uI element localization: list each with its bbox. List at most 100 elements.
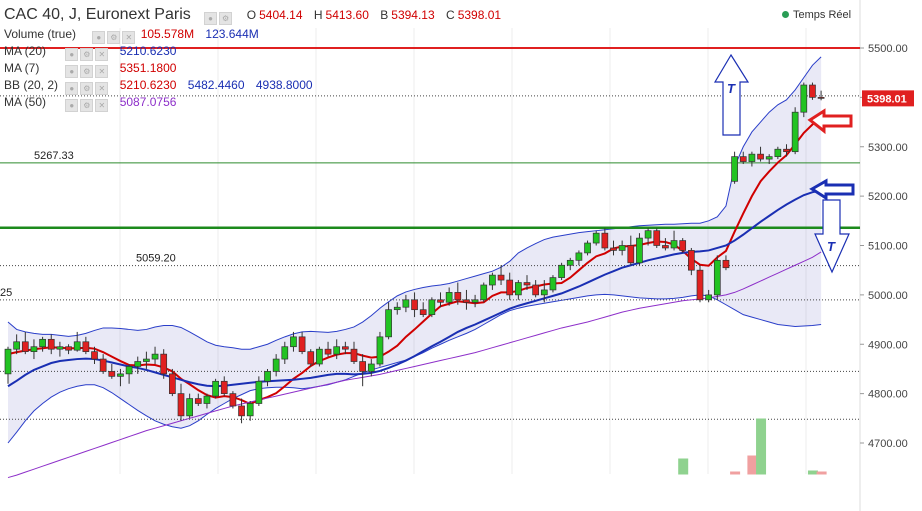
indicator-name: MA (50) bbox=[4, 95, 47, 109]
candle-body bbox=[549, 277, 557, 291]
candle-body bbox=[108, 371, 116, 377]
candle-body bbox=[428, 299, 436, 315]
candle-body bbox=[203, 395, 211, 404]
candle-body bbox=[39, 338, 46, 348]
level-label-5267: 5267.33 bbox=[34, 150, 74, 162]
candle-body bbox=[82, 341, 90, 353]
close-value: 5398.01 bbox=[457, 8, 502, 22]
candle-body bbox=[229, 393, 237, 407]
candle-body bbox=[514, 282, 522, 296]
indicator-name: Volume (true) bbox=[4, 27, 77, 41]
candle-body bbox=[480, 284, 488, 301]
candle-body bbox=[765, 156, 773, 160]
candle-body bbox=[817, 97, 825, 99]
open-label: O bbox=[246, 8, 257, 22]
close-label: C bbox=[446, 8, 455, 22]
candle-body bbox=[601, 232, 609, 249]
chart-title: CAC 40, J, Euronext Paris bbox=[4, 6, 191, 23]
candle-body bbox=[566, 259, 574, 266]
candle-body bbox=[783, 148, 790, 153]
indicator-ma20[interactable]: MA (20) ● ⚙ ✕ 5210.6230 bbox=[4, 43, 184, 61]
candle-body bbox=[705, 294, 713, 301]
low-label: B bbox=[380, 8, 389, 22]
candle-body bbox=[56, 346, 64, 350]
candle-body bbox=[324, 348, 332, 355]
candle-body bbox=[575, 252, 583, 261]
indicator-bb[interactable]: BB (20, 2) ● ⚙ ✕ 5210.6230 5482.4460 4938.… bbox=[4, 77, 321, 95]
candle-body bbox=[506, 279, 514, 296]
candle-body bbox=[540, 289, 548, 296]
candle-body bbox=[584, 242, 591, 254]
indicator-value: 105.578M bbox=[140, 27, 195, 41]
close-icon[interactable]: ✕ bbox=[95, 99, 109, 112]
candle-body bbox=[151, 353, 159, 360]
settings-icon[interactable]: ⚙ bbox=[219, 12, 233, 25]
candle-body bbox=[618, 245, 626, 251]
candle-body bbox=[21, 341, 29, 353]
indicator-ma50[interactable]: MA (50) ● ⚙ ✕ 5087.0756 bbox=[4, 94, 184, 112]
candle-body bbox=[489, 274, 496, 286]
volume-bar bbox=[730, 471, 741, 475]
price-badge-label: 5398.01 bbox=[867, 93, 907, 105]
eye-icon[interactable]: ● bbox=[204, 12, 218, 25]
candle-body bbox=[281, 346, 289, 360]
y-tick-label: 5500.00 bbox=[868, 43, 908, 55]
candle-body bbox=[143, 358, 150, 362]
candle-body bbox=[653, 230, 661, 246]
candle-body bbox=[342, 346, 349, 350]
realtime-label: Temps Réel bbox=[793, 9, 852, 21]
indicator-value: 5210.6230 bbox=[119, 44, 177, 58]
indicator-name: MA (20) bbox=[4, 44, 47, 58]
candle-body bbox=[13, 341, 20, 350]
indicator-value: 5351.1800 bbox=[119, 61, 177, 75]
candle-body bbox=[402, 299, 410, 308]
low-value: 5394.13 bbox=[391, 8, 435, 22]
candle-body bbox=[411, 299, 418, 311]
candle-body bbox=[713, 259, 721, 296]
candle-body bbox=[610, 247, 617, 251]
y-tick-label: 4800.00 bbox=[868, 389, 908, 401]
candle-body bbox=[523, 282, 531, 286]
candle-body bbox=[333, 346, 341, 355]
eye-icon[interactable]: ● bbox=[65, 99, 79, 112]
candle-body bbox=[264, 371, 271, 382]
y-tick-label: 5100.00 bbox=[868, 241, 908, 253]
candle-body bbox=[532, 284, 540, 296]
candle-body bbox=[592, 232, 600, 244]
realtime-indicator: Temps Réel bbox=[782, 9, 851, 21]
candle-body bbox=[791, 111, 799, 153]
y-tick-label: 4900.00 bbox=[868, 339, 908, 351]
level-label-25: 25 bbox=[0, 287, 12, 299]
indicator-ma7[interactable]: MA (7) ● ⚙ ✕ 5351.1800 bbox=[4, 60, 184, 78]
candle-body bbox=[437, 299, 444, 303]
y-tick-label: 5200.00 bbox=[868, 191, 908, 203]
candle-body bbox=[722, 259, 730, 269]
candle-body bbox=[73, 341, 81, 351]
high-value: 5413.60 bbox=[325, 8, 369, 22]
arrow-label-up: T bbox=[727, 81, 736, 96]
indicator-volume[interactable]: Volume (true) ● ⚙ ✕ 105.578M 123.644M bbox=[4, 26, 267, 44]
candle-body bbox=[376, 336, 384, 365]
candle-body bbox=[134, 361, 142, 367]
indicator-name: MA (7) bbox=[4, 61, 40, 75]
candle-body bbox=[272, 358, 280, 372]
candle-body bbox=[696, 269, 704, 301]
candle-body bbox=[385, 309, 392, 338]
candle-body bbox=[636, 237, 643, 264]
candle-body bbox=[463, 299, 470, 303]
volume-bar bbox=[747, 455, 758, 475]
candle-body bbox=[662, 245, 669, 249]
candle-body bbox=[307, 351, 315, 365]
open-value: 5404.14 bbox=[259, 8, 303, 22]
volume-bar bbox=[756, 418, 767, 475]
candle-body bbox=[238, 405, 245, 417]
candle-body bbox=[177, 393, 185, 417]
candle-body bbox=[30, 346, 38, 353]
candle-body bbox=[739, 156, 747, 162]
indicator-value: 5210.6230 bbox=[119, 78, 177, 92]
candle-body bbox=[445, 292, 453, 303]
settings-icon[interactable]: ⚙ bbox=[80, 99, 94, 112]
y-tick-label: 5300.00 bbox=[868, 142, 908, 154]
candle-body bbox=[255, 380, 263, 404]
candle-body bbox=[350, 348, 358, 362]
